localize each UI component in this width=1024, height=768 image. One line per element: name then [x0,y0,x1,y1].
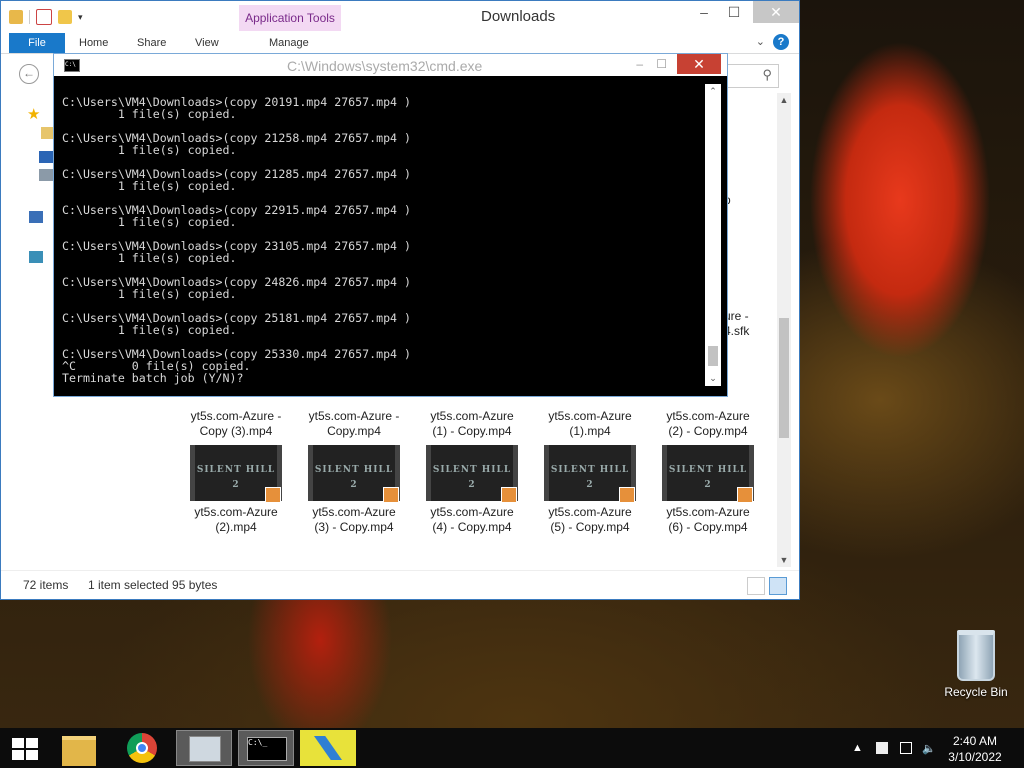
maximize-button[interactable]: ☐ [656,57,667,71]
help-button[interactable]: ? [773,34,789,50]
video-thumbnail: SILENT HILL 2 [426,445,518,503]
clock-time: 2:40 AM [952,734,998,748]
scroll-up-icon[interactable]: ⌃ [705,86,721,97]
file-item[interactable]: yt5s.com-Azure (1) - Copy.mp4 [418,409,526,439]
window-title: Downloads [481,8,556,25]
monitor-icon [189,736,221,762]
video-editor-taskbar-button[interactable] [300,730,356,766]
vertical-scrollbar[interactable]: ▲ ▼ [777,93,791,567]
cmd-icon: C:\ [64,59,80,72]
play-icon [737,487,753,503]
cmd-output[interactable]: C:\Users\VM4\Downloads>(copy 20191.mp4 2… [62,96,697,384]
status-bar: 72 items 1 item selected 95 bytes [1,570,799,599]
tab-manage[interactable]: Manage [263,33,315,53]
cmd-line: 1 file(s) copied. [62,287,237,301]
new-folder-icon[interactable] [58,10,72,24]
file-item[interactable]: yt5s.com-Azure (2) - Copy.mp4 [654,409,762,439]
tab-view[interactable]: View [189,33,225,53]
scroll-down-icon[interactable]: ▼ [777,555,791,565]
scrollbar-thumb[interactable] [708,346,718,366]
details-view-icon[interactable] [747,577,765,595]
desktop-icon[interactable] [39,151,53,163]
cmd-line: Terminate batch job (Y/N)? [62,371,244,385]
cmd-window: C:\ C:\Windows\system32\cmd.exe – ☐ ✕ C:… [53,53,728,397]
tab-share[interactable]: Share [131,33,172,53]
network-icon[interactable] [900,742,912,754]
recycle-bin-icon [957,630,995,681]
taskbar: C:\_ ▲ 🔈 2:40 AM 3/10/2022 [0,728,1024,768]
minimize-button[interactable]: – [636,57,643,71]
libraries-icon[interactable] [39,169,53,181]
file-item[interactable]: SILENT HILL 2 yt5s.com-Azure (6) - Copy.m… [654,445,762,535]
play-icon [501,487,517,503]
tab-home[interactable]: Home [73,33,114,53]
properties-icon[interactable] [36,9,52,25]
scroll-down-icon[interactable]: ⌄ [705,373,721,384]
cmd-line: 1 file(s) copied. [62,323,237,337]
video-thumbnail: SILENT HILL 2 [308,445,400,503]
cmd-icon: C:\_ [247,737,287,761]
clock-date: 3/10/2022 [948,750,1002,764]
cmd-taskbar-button[interactable]: C:\_ [238,730,294,766]
file-item[interactable]: SILENT HILL 2 yt5s.com-Azure (4) - Copy.m… [418,445,526,535]
recycle-bin-label: Recycle Bin [944,685,1008,699]
navigation-pane: ★ [1,93,55,563]
cmd-line: 1 file(s) copied. [62,179,237,193]
video-thumbnail: SILENT HILL 2 [544,445,636,503]
back-arrow-icon[interactable]: ← [19,64,39,84]
chrome-icon [127,733,157,763]
search-icon: ⚲ [762,67,772,82]
file-item[interactable]: yt5s.com-Azure (1).mp4 [536,409,644,439]
file-explorer-taskbar-button[interactable] [52,730,108,766]
cmd-line: 1 file(s) copied. [62,251,237,265]
customize-toolbar-icon[interactable]: ▾ [78,12,83,23]
action-center-flag-icon[interactable] [876,742,888,754]
folder-icon [62,736,96,766]
cmd-title: C:\Windows\system32\cmd.exe [287,58,483,74]
star-icon[interactable]: ★ [27,105,40,123]
chrome-taskbar-button[interactable] [116,730,172,766]
cmd-line: 1 file(s) copied. [62,107,237,121]
tab-file[interactable]: File [9,33,65,53]
recycle-bin[interactable]: Recycle Bin [938,630,1014,699]
large-icons-view-icon[interactable] [769,577,787,595]
show-hidden-icons-icon[interactable]: ▲ [852,742,864,754]
play-icon [383,487,399,503]
file-item[interactable]: SILENT HILL 2 yt5s.com-Azure (2).mp4 [182,445,290,535]
scroll-up-icon[interactable]: ▲ [777,95,791,105]
file-item[interactable]: SILENT HILL 2 yt5s.com-Azure (3) - Copy.m… [300,445,408,535]
cmd-line: 1 file(s) copied. [62,215,237,229]
cmd-titlebar: C:\ C:\Windows\system32\cmd.exe – ☐ ✕ [54,54,727,76]
file-item[interactable]: SILENT HILL 2 yt5s.com-Azure (5) - Copy.m… [536,445,644,535]
ribbon-tabs: File Home Share View Manage ⌄ ? [1,31,799,54]
system-clock[interactable]: 2:40 AM 3/10/2022 [940,733,1010,765]
explorer-titlebar: ▾ Application Tools Downloads – ☐ ✕ [1,1,799,31]
close-button[interactable]: ✕ [677,54,721,74]
network-icon[interactable] [29,251,43,263]
play-icon [265,487,281,503]
computer-icon[interactable] [29,211,43,223]
item-count: 72 items [23,578,69,592]
quick-access-toolbar: ▾ [9,9,83,25]
chevron-down-icon[interactable]: ⌄ [756,35,765,48]
play-icon [619,487,635,503]
file-item[interactable]: yt5s.com-Azure - Copy (3).mp4 [182,409,290,439]
close-button[interactable]: ✕ [753,1,799,23]
minimize-button[interactable]: – [689,1,719,23]
selection-info: 1 item selected 95 bytes [88,578,218,592]
folder-icon[interactable] [9,10,23,24]
cmd-scrollbar[interactable]: ⌃ ⌄ [705,84,721,386]
cmd-line: 1 file(s) copied. [62,143,237,157]
start-button[interactable] [12,738,38,760]
maximize-button[interactable]: ☐ [719,1,749,23]
video-thumbnail: SILENT HILL 2 [190,445,282,503]
file-item[interactable]: yt5s.com-Azure - Copy.mp4 [300,409,408,439]
video-editor-icon [314,736,342,760]
performance-monitor-taskbar-button[interactable] [176,730,232,766]
video-thumbnail: SILENT HILL 2 [662,445,754,503]
volume-muted-icon[interactable]: 🔈 [922,742,936,755]
scrollbar-thumb[interactable] [779,318,789,438]
application-tools-label: Application Tools [239,5,341,31]
